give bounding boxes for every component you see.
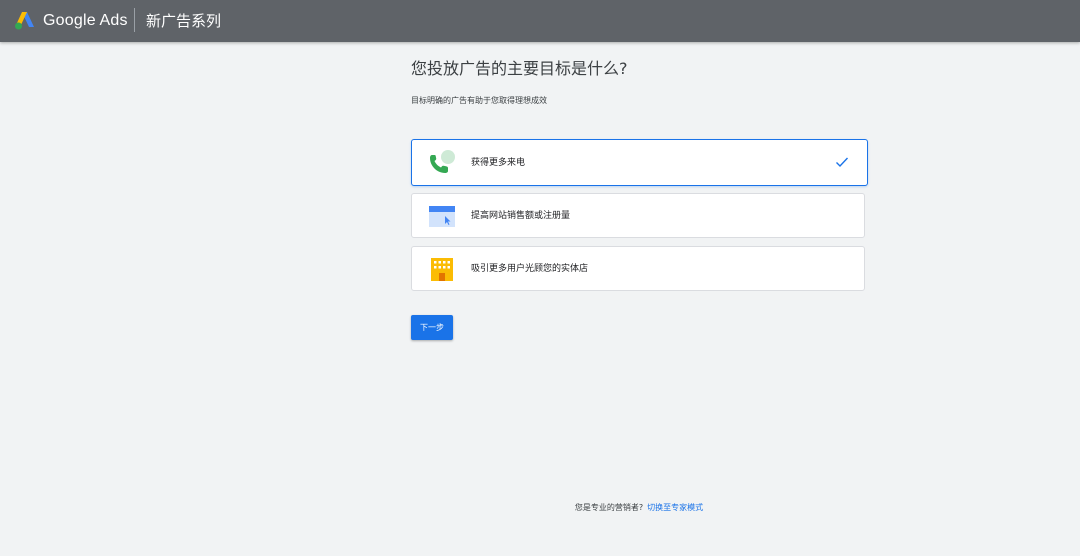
page-title: 新广告系列 <box>146 12 222 30</box>
header-divider <box>134 8 135 32</box>
website-browser-icon <box>429 206 455 227</box>
goal-option-label: 获得更多来电 <box>471 158 526 168</box>
goal-option-calls[interactable]: 获得更多来电 <box>411 139 868 186</box>
goal-option-store-visits[interactable]: 吸引更多用户光顾您的实体店 <box>411 246 865 291</box>
google-ads-logo-icon <box>15 12 34 30</box>
phone-call-icon <box>430 150 455 173</box>
goal-option-website-sales[interactable]: 提高网站销售额或注册量 <box>411 193 865 238</box>
top-app-bar: Google Ads 新广告系列 <box>0 0 1080 42</box>
goal-option-label: 吸引更多用户光顾您的实体店 <box>471 264 589 274</box>
goal-question-heading: 您投放广告的主要目标是什么? <box>411 59 628 78</box>
goal-subtitle: 目标明确的广告有助于您取得理想成效 <box>411 96 547 105</box>
storefront-building-icon <box>431 258 453 281</box>
expert-mode-prompt: 您是专业的营销者? <box>574 503 644 512</box>
next-button[interactable]: 下一步 <box>411 315 453 340</box>
switch-to-expert-mode-link[interactable]: 切换至专家模式 <box>647 503 703 512</box>
footer: 您是专业的营销者? 切换至专家模式 <box>0 502 1080 514</box>
goal-option-label: 提高网站销售额或注册量 <box>471 211 571 221</box>
checkmark-icon <box>836 157 849 168</box>
brand-name: Google Ads <box>43 12 128 29</box>
